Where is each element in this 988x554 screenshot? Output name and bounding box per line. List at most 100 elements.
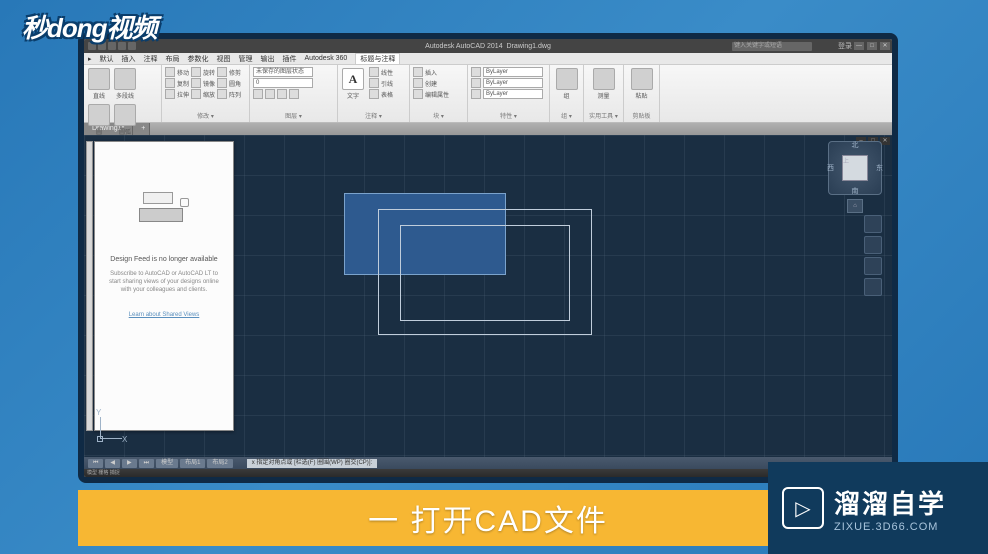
array-button[interactable]: 阵列 <box>229 90 241 99</box>
layout-nav-next[interactable]: ▶ <box>122 459 137 468</box>
tab-titles-notes[interactable]: 标题与注释 <box>355 53 400 64</box>
rotate-button[interactable]: 旋转 <box>203 68 215 77</box>
layout1-tab[interactable]: 布局1 <box>180 459 205 468</box>
command-line[interactable]: x 指定对角点或 [栏选(F) 圈围(WP) 圈交(CP)]: <box>247 459 377 468</box>
layer-state-select[interactable]: 未保存的图层状态 <box>253 67 313 77</box>
copy-icon[interactable] <box>165 78 175 88</box>
rotate-icon[interactable] <box>191 67 201 77</box>
document-tab-bar: Drawing1* + <box>84 123 892 135</box>
layout-nav-first[interactable]: ⏮ <box>88 459 103 468</box>
circle-button[interactable]: 圆 <box>87 103 111 137</box>
nav-wheel-button[interactable] <box>864 215 882 233</box>
linetype-icon[interactable] <box>471 89 481 99</box>
play-icon: ▷ <box>782 487 824 529</box>
mirror-icon[interactable] <box>191 78 201 88</box>
group-button[interactable]: 组 <box>553 67 580 101</box>
compass-south[interactable]: 南 <box>852 186 859 196</box>
panel-rail[interactable] <box>86 141 93 431</box>
linetype-select[interactable]: ByLayer <box>483 89 543 99</box>
mirror-button[interactable]: 镜像 <box>203 79 215 88</box>
minimize-button[interactable]: — <box>854 42 864 50</box>
compass-west[interactable]: 西 <box>827 163 834 173</box>
create-block-button[interactable]: 创建 <box>425 79 437 88</box>
table-icon[interactable] <box>369 89 379 99</box>
move-icon[interactable] <box>165 67 175 77</box>
lineweight-icon[interactable] <box>471 78 481 88</box>
layout2-tab[interactable]: 布局2 <box>207 459 232 468</box>
paste-icon <box>631 68 653 90</box>
dim-linear-icon[interactable] <box>369 67 379 77</box>
lineweight-select[interactable]: ByLayer <box>483 78 543 88</box>
fillet-icon[interactable] <box>217 78 227 88</box>
scale-button[interactable]: 缩放 <box>203 90 215 99</box>
fillet-button[interactable]: 圆角 <box>229 79 241 88</box>
layer-select[interactable]: 0 <box>253 78 313 88</box>
ribbon: 直线 多段线 圆 圆弧 绘图 ▾ 移动旋转修剪 复制镜像圆角 拉伸缩放阵列 修改… <box>84 65 892 123</box>
trim-button[interactable]: 修剪 <box>229 68 241 77</box>
arc-button[interactable]: 圆弧 <box>113 103 137 137</box>
table-button[interactable]: 表格 <box>381 90 393 99</box>
view-cube[interactable]: 北 南 东 西 上 ⌂ <box>828 141 882 211</box>
color-select[interactable]: ByLayer <box>483 67 543 77</box>
stretch-icon[interactable] <box>165 89 175 99</box>
leader-icon[interactable] <box>369 78 379 88</box>
view-home-button[interactable]: ⌂ <box>847 199 863 213</box>
orbit-button[interactable] <box>864 278 882 296</box>
sign-in-link[interactable]: 登录 <box>838 41 852 51</box>
scale-icon[interactable] <box>191 89 201 99</box>
help-search-input[interactable]: 键入关键字或短语 <box>732 42 812 51</box>
tab-output[interactable]: 输出 <box>257 54 279 64</box>
line-button[interactable]: 直线 <box>87 67 111 101</box>
polyline-button[interactable]: 多段线 <box>113 67 137 101</box>
ribbon-tab-row: ▸ 默认 插入 注释 布局 参数化 视图 管理 输出 插件 Autodesk 3… <box>84 53 892 65</box>
circle-icon <box>88 104 110 126</box>
brand-name: 溜溜自学 <box>834 484 946 521</box>
create-block-icon[interactable] <box>413 78 423 88</box>
layer-tool-icon[interactable] <box>253 89 263 99</box>
tab-view[interactable]: 视图 <box>213 54 235 64</box>
model-tab[interactable]: 模型 <box>156 459 178 468</box>
tab-default[interactable]: 默认 <box>96 54 118 64</box>
group-label-utilities: 实用工具 ▾ <box>587 111 620 120</box>
group-label-block: 块 ▾ <box>413 111 464 120</box>
tab-manage[interactable]: 管理 <box>235 54 257 64</box>
layout-nav-last[interactable]: ⏭ <box>139 459 154 468</box>
color-swatch-icon[interactable] <box>471 67 481 77</box>
trim-icon[interactable] <box>217 67 227 77</box>
maximize-button[interactable]: □ <box>867 42 877 50</box>
paste-button[interactable]: 粘贴 <box>627 67 656 101</box>
compass-north[interactable]: 北 <box>852 140 859 150</box>
leader-button[interactable]: 引线 <box>381 79 393 88</box>
tab-insert[interactable]: 插入 <box>118 54 140 64</box>
tab-a360[interactable]: Autodesk 360 <box>301 55 352 62</box>
panel-link[interactable]: Learn about Shared Views <box>105 312 223 318</box>
array-icon[interactable] <box>217 89 227 99</box>
tab-layout[interactable]: 布局 <box>162 54 184 64</box>
app-menu-button[interactable]: ▸ <box>84 55 96 63</box>
edit-attr-button[interactable]: 编辑属性 <box>425 90 449 99</box>
layer-tool2-icon[interactable] <box>265 89 275 99</box>
tab-annotate[interactable]: 注释 <box>140 54 162 64</box>
move-button[interactable]: 移动 <box>177 68 189 77</box>
view-cube-face[interactable]: 上 <box>842 155 868 181</box>
zoom-button[interactable] <box>864 257 882 275</box>
insert-icon[interactable] <box>413 67 423 77</box>
group-label-properties: 特性 ▾ <box>471 111 546 120</box>
stretch-button[interactable]: 拉伸 <box>177 90 189 99</box>
tab-parametric[interactable]: 参数化 <box>184 54 213 64</box>
text-button[interactable]: A文字 <box>341 67 365 101</box>
copy-button[interactable]: 复制 <box>177 79 189 88</box>
layer-tool3-icon[interactable] <box>277 89 287 99</box>
pan-button[interactable] <box>864 236 882 254</box>
edit-attr-icon[interactable] <box>413 89 423 99</box>
measure-button[interactable]: 测量 <box>587 67 620 101</box>
insert-button[interactable]: 插入 <box>425 68 437 77</box>
layer-tool4-icon[interactable] <box>289 89 299 99</box>
tab-plugins[interactable]: 插件 <box>279 54 301 64</box>
close-button[interactable]: ✕ <box>880 42 890 50</box>
dim-linear-button[interactable]: 线性 <box>381 68 393 77</box>
drawing-canvas[interactable]: – □ ✕ Design Feed is no longer available… <box>84 135 892 457</box>
polyline-icon <box>114 68 136 90</box>
layout-nav-prev[interactable]: ◀ <box>105 459 120 468</box>
compass-east[interactable]: 东 <box>876 163 883 173</box>
